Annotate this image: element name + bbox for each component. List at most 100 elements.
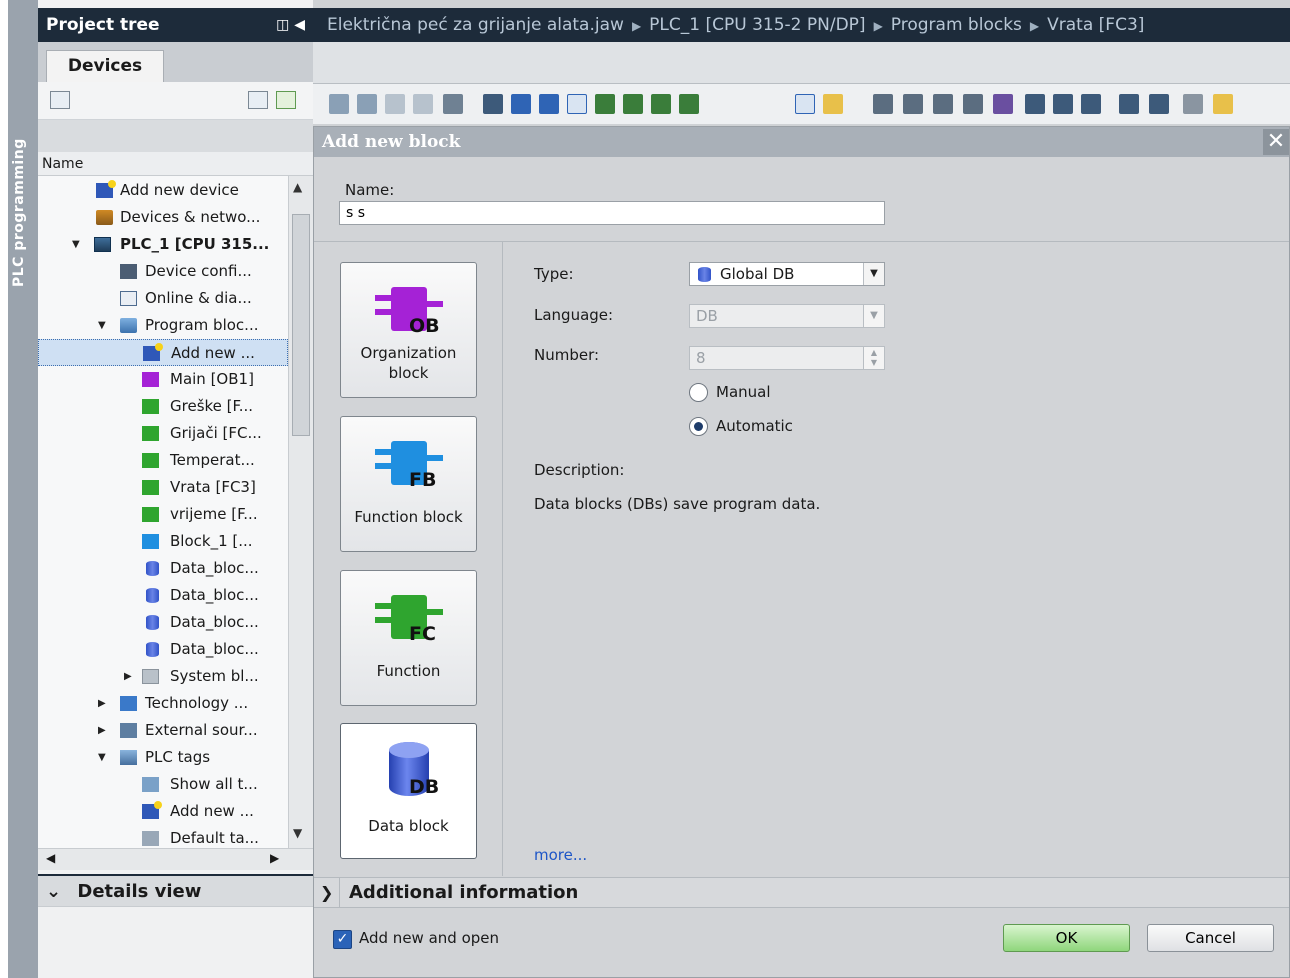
insert-row-icon[interactable] (385, 94, 405, 114)
tree-item-program-blocks[interactable]: ▼ Program bloc... (38, 312, 288, 339)
scroll-left-icon[interactable]: ◀ (46, 851, 55, 865)
tree-item-device-config[interactable]: Device confi... (38, 258, 288, 285)
tree-item-data-block[interactable]: Data_bloc... (38, 555, 288, 582)
breadcrumb-program-blocks[interactable]: Program blocks (891, 15, 1022, 35)
additional-information-header[interactable]: ❯ Additional information (314, 877, 1289, 908)
align-icon[interactable] (483, 94, 503, 114)
close-icon[interactable]: ✕ (1263, 129, 1289, 155)
ob-icon (142, 372, 159, 387)
tool-icon[interactable] (443, 94, 463, 114)
name-input[interactable] (339, 201, 885, 225)
assignment-icon[interactable] (1149, 94, 1169, 114)
layout-icon[interactable] (539, 94, 559, 114)
tree-item-data-block[interactable]: Data_bloc... (38, 609, 288, 636)
plc-programming-strip[interactable]: PLC programming (8, 0, 38, 978)
tree-item-show-all-tags[interactable]: Show all t... (38, 771, 288, 798)
expand-arrow-icon[interactable]: ▼ (98, 744, 108, 771)
more-tools-icon[interactable] (1213, 94, 1233, 114)
tree-item-block-1[interactable]: Block_1 [... (38, 528, 288, 555)
overview-icon[interactable] (248, 91, 268, 109)
type-select[interactable]: Global DB ▼ (689, 262, 885, 286)
tree-item-data-block[interactable]: Data_bloc... (38, 636, 288, 663)
collapse-left-icon[interactable]: ◀ (294, 17, 305, 33)
tree-item-data-block[interactable]: Data_bloc... (38, 582, 288, 609)
expand-arrow-icon[interactable]: ▼ (98, 312, 108, 339)
scroll-right-icon[interactable]: ▶ (270, 851, 279, 865)
tree-item-main-ob1[interactable]: Main [OB1] (38, 366, 288, 393)
tree-options-icon[interactable] (50, 91, 70, 109)
language-label: Language: (534, 306, 614, 324)
star-icon[interactable] (823, 94, 843, 114)
collapse-all-icon[interactable] (623, 94, 643, 114)
tree-item-temperatura[interactable]: Temperat... (38, 447, 288, 474)
network-comments-icon[interactable] (679, 94, 699, 114)
breadcrumb-plc[interactable]: PLC_1 [CPU 315-2 PN/DP] (649, 15, 865, 35)
tree-item-add-new-block[interactable]: Add new ... (38, 339, 288, 366)
split-view-icon[interactable]: ◫ (276, 17, 289, 33)
ok-button[interactable]: OK (1003, 924, 1130, 952)
favorites-icon[interactable] (795, 94, 815, 114)
monitor-icon[interactable] (993, 94, 1013, 114)
scroll-up-icon[interactable]: ▲ (293, 180, 302, 194)
tree-item-vrijeme[interactable]: vrijeme [F... (38, 501, 288, 528)
tree-item-plc-1[interactable]: ▼ PLC_1 [CPU 315... (38, 231, 288, 258)
manual-radio-circle[interactable] (689, 383, 708, 402)
cancel-button[interactable]: Cancel (1147, 924, 1274, 952)
next-error-icon[interactable] (933, 94, 953, 114)
expand-all-icon[interactable] (595, 94, 615, 114)
absolute-operands-icon[interactable] (651, 94, 671, 114)
tree-item-technology[interactable]: ▶ Technology ... (38, 690, 288, 717)
tree-item-system-blocks[interactable]: ▶ System bl... (38, 663, 288, 690)
tab-devices[interactable]: Devices (46, 50, 164, 82)
insert-network-icon[interactable] (329, 94, 349, 114)
fc-icon (142, 453, 159, 468)
tree-horizontal-scrollbar[interactable]: ◀ ▶ (38, 848, 313, 870)
tree-item-external-sources[interactable]: ▶ External sour... (38, 717, 288, 744)
tree-item-default-tag-table[interactable]: Default ta... (38, 825, 288, 848)
call-hierarchy-icon[interactable] (1025, 94, 1045, 114)
add-row-icon[interactable] (413, 94, 433, 114)
tree-item-plc-tags[interactable]: ▼ PLC tags (38, 744, 288, 771)
scroll-thumb[interactable] (292, 214, 310, 436)
tree-item-devices-networks[interactable]: Devices & netwo... (38, 204, 288, 231)
breadcrumb-current-block[interactable]: Vrata [FC3] (1047, 15, 1144, 35)
collapse-arrow-icon[interactable]: ▶ (98, 690, 108, 717)
more-link[interactable]: more... (534, 846, 587, 864)
tree-item-greske[interactable]: Greške [F... (38, 393, 288, 420)
expand-arrow-icon[interactable]: ▼ (72, 231, 82, 258)
automatic-radio-circle[interactable] (689, 417, 708, 436)
breadcrumb-project[interactable]: Električna peć za grijanje alata.jaw (327, 15, 624, 35)
add-new-and-open-checkbox[interactable]: ✓ (333, 930, 352, 949)
tree-item-add-new-device[interactable]: Add new device (38, 177, 288, 204)
organization-block-button[interactable]: OB Organization block (340, 262, 477, 398)
go-to-icon[interactable] (873, 94, 893, 114)
function-button[interactable]: FC Function (340, 570, 477, 706)
tree-item-online-diag[interactable]: Online & dia... (38, 285, 288, 312)
tree-vertical-scrollbar[interactable]: ▲ ▼ (288, 176, 313, 848)
prev-error-icon[interactable] (963, 94, 983, 114)
details-view-header[interactable]: ⌄ Details view (38, 874, 313, 906)
comment-icon[interactable] (567, 94, 587, 114)
organization-block-label: Organization block (360, 344, 457, 382)
jump-icon[interactable] (903, 94, 923, 114)
collapse-arrow-icon[interactable]: ▶ (98, 717, 108, 744)
outdent-icon[interactable] (1081, 94, 1101, 114)
data-block-button[interactable]: DB Data block (340, 723, 477, 859)
add-tag-table-icon (142, 801, 162, 819)
cross-reference-icon[interactable] (1119, 94, 1139, 114)
db-icon (146, 615, 159, 630)
function-block-label: Function block (354, 508, 463, 526)
chevron-down-icon[interactable]: ▼ (863, 263, 884, 285)
function-block-button[interactable]: FB Function block (340, 416, 477, 552)
export-icon[interactable] (276, 91, 296, 109)
settings-icon[interactable] (1183, 94, 1203, 114)
tree-item-vrata[interactable]: Vrata [FC3] (38, 474, 288, 501)
window-icon[interactable] (511, 94, 531, 114)
collapse-arrow-icon[interactable]: ▶ (124, 663, 134, 690)
tree-item-add-new-tag-table[interactable]: Add new ... (38, 798, 288, 825)
indent-icon[interactable] (1053, 94, 1073, 114)
tree-tabs: Devices (38, 42, 313, 82)
tree-item-grijaci[interactable]: Grijači [FC... (38, 420, 288, 447)
scroll-down-icon[interactable]: ▼ (293, 826, 302, 840)
delete-network-icon[interactable] (357, 94, 377, 114)
